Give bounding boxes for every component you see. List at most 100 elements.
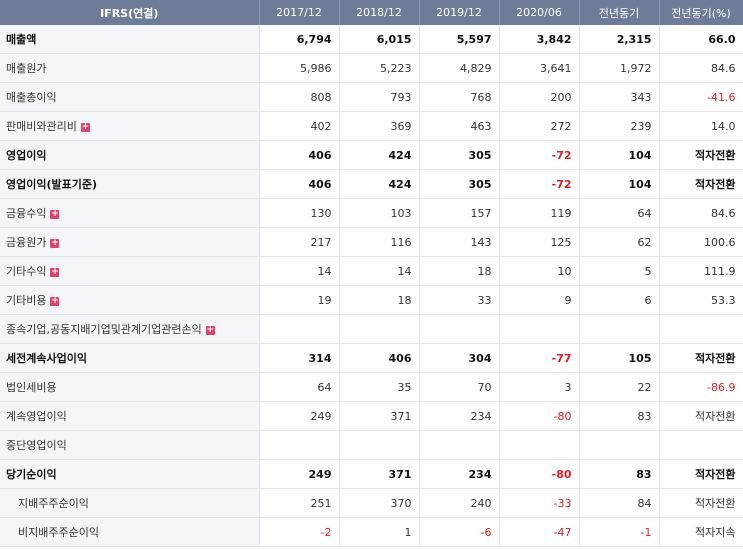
table-cell: 33 — [419, 285, 500, 315]
row-label[interactable]: 금융수익 + — [0, 198, 260, 228]
table-row: 금융수익 +130 103 157 119 64 84.6 — [0, 198, 743, 228]
table-cell: 371 — [339, 401, 420, 431]
table-cell: -80 — [499, 401, 580, 431]
row-label-text: 지배주주순이익 — [18, 497, 89, 510]
plus-icon[interactable]: + — [50, 209, 60, 219]
table-cell: 305 — [419, 140, 500, 170]
table-cell: 125 — [499, 227, 580, 257]
row-label-text: 계속영업이익 — [6, 410, 67, 423]
row-label: 영업이익 — [0, 140, 260, 170]
row-label[interactable]: 판매비와관리비 + — [0, 111, 260, 141]
table-cell — [499, 314, 580, 344]
table-cell: 19 — [259, 285, 340, 315]
table-row: 판매비와관리비 +402 369 463 272 239 14.0 — [0, 111, 743, 141]
table-cell: 249 — [259, 401, 340, 431]
table-row: 영업이익(발표기준) 406 424 305 -72 104 적자전환 — [0, 169, 743, 199]
header-period: 2019/12 — [419, 0, 500, 25]
table-row: 종속기업,공동지배기업및관계기업관련손익 + — [0, 314, 743, 344]
table-cell: 103 — [339, 198, 420, 228]
table-row: 중단영업이익 — [0, 430, 743, 460]
row-label-text: 기타수익 — [6, 265, 47, 278]
plus-icon[interactable]: + — [50, 238, 60, 248]
table-cell: 234 — [419, 401, 500, 431]
table-cell: 272 — [499, 111, 580, 141]
table-cell — [659, 430, 743, 460]
table-cell: 130 — [259, 198, 340, 228]
row-label[interactable]: 종속기업,공동지배기업및관계기업관련손익 + — [0, 314, 260, 344]
row-label[interactable]: 기타비용 + — [0, 285, 260, 315]
row-label-text: 판매비와관리비 — [6, 120, 77, 133]
table-cell: -6 — [419, 517, 500, 547]
table-row: 계속영업이익 249 371 234 -80 83 적자전환 — [0, 401, 743, 431]
table-cell: 314 — [259, 343, 340, 373]
table-cell: 304 — [419, 343, 500, 373]
row-label-text: 비지배주주순이익 — [18, 526, 99, 539]
row-label-text: 법인세비용 — [6, 381, 57, 394]
table-cell: 84.6 — [659, 53, 743, 83]
table-cell: 14.0 — [659, 111, 743, 141]
table-row: 기타비용 +19 18 33 9 6 53.3 — [0, 285, 743, 315]
table-cell: 424 — [339, 169, 420, 199]
table-cell: 6,794 — [259, 25, 340, 54]
table-cell: 343 — [579, 82, 660, 112]
table-cell: 249 — [259, 459, 340, 489]
table-cell: -80 — [499, 459, 580, 489]
table-cell: 200 — [499, 82, 580, 112]
table-cell: 5,223 — [339, 53, 420, 83]
table-cell: 119 — [499, 198, 580, 228]
table-cell: 100.6 — [659, 227, 743, 257]
table-cell: -77 — [499, 343, 580, 373]
table-cell — [659, 314, 743, 344]
row-label: 법인세비용 — [0, 372, 260, 402]
table-cell — [259, 430, 340, 460]
table-cell — [259, 314, 340, 344]
row-label-text: 금융원가 — [6, 236, 47, 249]
row-label: 비지배주주순이익 — [0, 517, 260, 547]
row-label[interactable]: 기타수익 + — [0, 256, 260, 286]
table-cell: 9 — [499, 285, 580, 315]
row-label[interactable]: 금융원가 + — [0, 227, 260, 257]
table-cell: 10 — [499, 256, 580, 286]
table-row: 법인세비용 64 35 70 3 22 -86.9 — [0, 372, 743, 402]
row-label-text: 당기순이익 — [6, 468, 57, 481]
header-period: 전년동기 — [579, 0, 660, 25]
plus-icon[interactable]: + — [50, 296, 60, 306]
table-cell: 적자전환 — [659, 459, 743, 489]
plus-icon[interactable]: + — [80, 122, 90, 132]
table-cell: 406 — [259, 140, 340, 170]
row-label: 계속영업이익 — [0, 401, 260, 431]
table-cell: 371 — [339, 459, 420, 489]
table-cell: 83 — [579, 401, 660, 431]
table-cell: 64 — [579, 198, 660, 228]
plus-icon[interactable]: + — [50, 267, 60, 277]
table-cell: 4,829 — [419, 53, 500, 83]
table-cell: -47 — [499, 517, 580, 547]
table-body: 매출액 6,794 6,015 5,597 3,842 2,315 66.0 매출원가 5,98… — [0, 25, 743, 547]
table-cell: 14 — [339, 256, 420, 286]
table-cell — [339, 430, 420, 460]
table-cell: -41.6 — [659, 82, 743, 112]
table-cell: 424 — [339, 140, 420, 170]
table-cell: 5,597 — [419, 25, 500, 54]
table-cell: 116 — [339, 227, 420, 257]
financial-table: IFRS(연결) 2017/12 2018/12 2019/12 2020/06 전년동기… — [0, 0, 743, 547]
table-row: 비지배주주순이익 -2 1 -6 -47 -1 적자지속 — [0, 517, 743, 547]
table-cell: 239 — [579, 111, 660, 141]
row-label: 지배주주순이익 — [0, 488, 260, 518]
table-cell: 5,986 — [259, 53, 340, 83]
table-cell: 3,842 — [499, 25, 580, 54]
table-cell: -1 — [579, 517, 660, 547]
row-label-text: 기타비용 — [6, 294, 47, 307]
table-cell — [419, 430, 500, 460]
table-cell: -72 — [499, 140, 580, 170]
table-cell: 768 — [419, 82, 500, 112]
plus-icon[interactable]: + — [205, 325, 215, 335]
table-cell: 793 — [339, 82, 420, 112]
table-cell: 305 — [419, 169, 500, 199]
row-label-text: 매출액 — [6, 33, 37, 46]
table-cell: 104 — [579, 140, 660, 170]
header-period: 2018/12 — [339, 0, 420, 25]
table-row: 매출원가 5,986 5,223 4,829 3,641 1,972 84.6 — [0, 53, 743, 83]
row-label-text: 영업이익(발표기준) — [6, 178, 98, 191]
table-cell — [499, 430, 580, 460]
